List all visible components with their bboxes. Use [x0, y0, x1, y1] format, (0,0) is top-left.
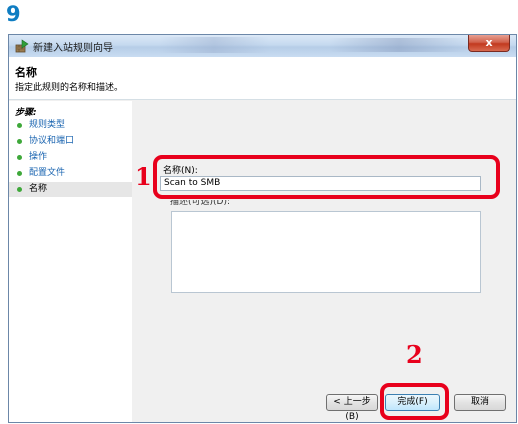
cancel-button[interactable]: 取消: [454, 394, 506, 411]
firewall-rule-icon: [15, 39, 29, 53]
callout-marker-2: 2: [406, 340, 423, 369]
steps-heading: 步骤:: [15, 108, 37, 118]
step-bullet-icon: [17, 139, 22, 144]
step-name: 名称: [9, 182, 132, 197]
description-label: 描述(可选)(D):: [170, 200, 231, 207]
title-bar[interactable]: 新建入站规则向导 x: [9, 35, 516, 57]
step-bullet-icon: [17, 155, 22, 160]
step-profile[interactable]: 配置文件: [9, 166, 132, 181]
window-title: 新建入站规则向导: [33, 43, 113, 54]
step-bullet-icon: [17, 123, 22, 128]
step-protocol-ports[interactable]: 协议和端口: [9, 134, 132, 149]
close-button[interactable]: x: [468, 35, 510, 52]
page-header: 名称 指定此规则的名称和描述。: [9, 57, 516, 100]
step-label: 规则类型: [29, 120, 66, 130]
page-title: 名称: [15, 66, 37, 79]
step-number: 9: [6, 2, 21, 26]
step-bullet-icon: [17, 187, 22, 192]
step-rule-type[interactable]: 规则类型: [9, 118, 132, 133]
step-label: 配置文件: [29, 168, 66, 178]
step-label: 名称: [29, 184, 48, 194]
description-textarea[interactable]: [171, 211, 481, 293]
back-button[interactable]: < 上一步(B): [326, 394, 378, 422]
step-action[interactable]: 操作: [9, 150, 132, 165]
callout-marker-1: 1: [135, 162, 152, 191]
steps-sidebar: 步骤: 规则类型 协议和端口 操作 配置文件 名称: [9, 101, 132, 422]
step-bullet-icon: [17, 171, 22, 176]
page-description: 指定此规则的名称和描述。: [15, 83, 124, 93]
callout-highlight-finish: [380, 383, 449, 420]
step-label: 协议和端口: [29, 136, 75, 146]
callout-highlight-name: [153, 155, 500, 199]
step-label: 操作: [29, 152, 48, 162]
